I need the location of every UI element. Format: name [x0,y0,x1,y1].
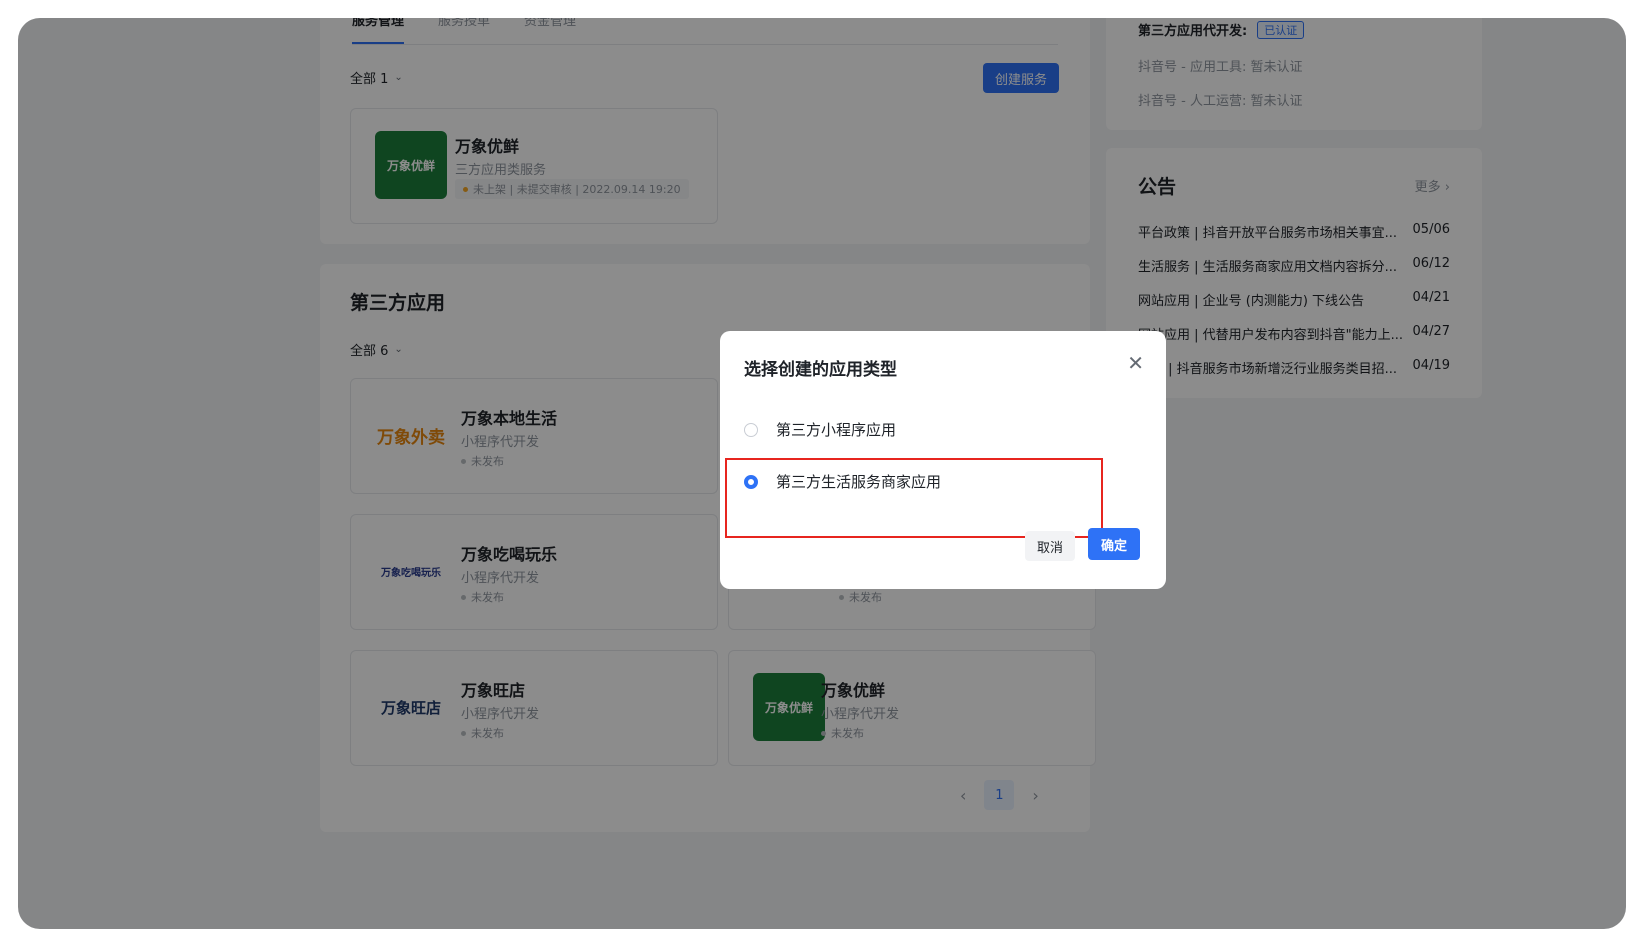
close-icon[interactable]: ✕ [1127,353,1144,373]
app-window: 服务管理 服务授单 资金管理 全部 1 ⌄ 创建服务 万象优鲜 万象优鲜 三方应… [18,18,1626,929]
create-app-dialog: 选择创建的应用类型 ✕ 第三方小程序应用 第三方生活服务商家应用 取消 确定 [720,331,1166,589]
confirm-button[interactable]: 确定 [1088,528,1140,560]
dialog-title: 选择创建的应用类型 [744,360,897,380]
option-mini-program-label: 第三方小程序应用 [776,421,897,439]
option-mini-program[interactable]: 第三方小程序应用 [744,419,896,440]
radio-unchecked-icon[interactable] [744,422,758,437]
highlight-box [725,458,1103,538]
cancel-button[interactable]: 取消 [1025,531,1075,561]
